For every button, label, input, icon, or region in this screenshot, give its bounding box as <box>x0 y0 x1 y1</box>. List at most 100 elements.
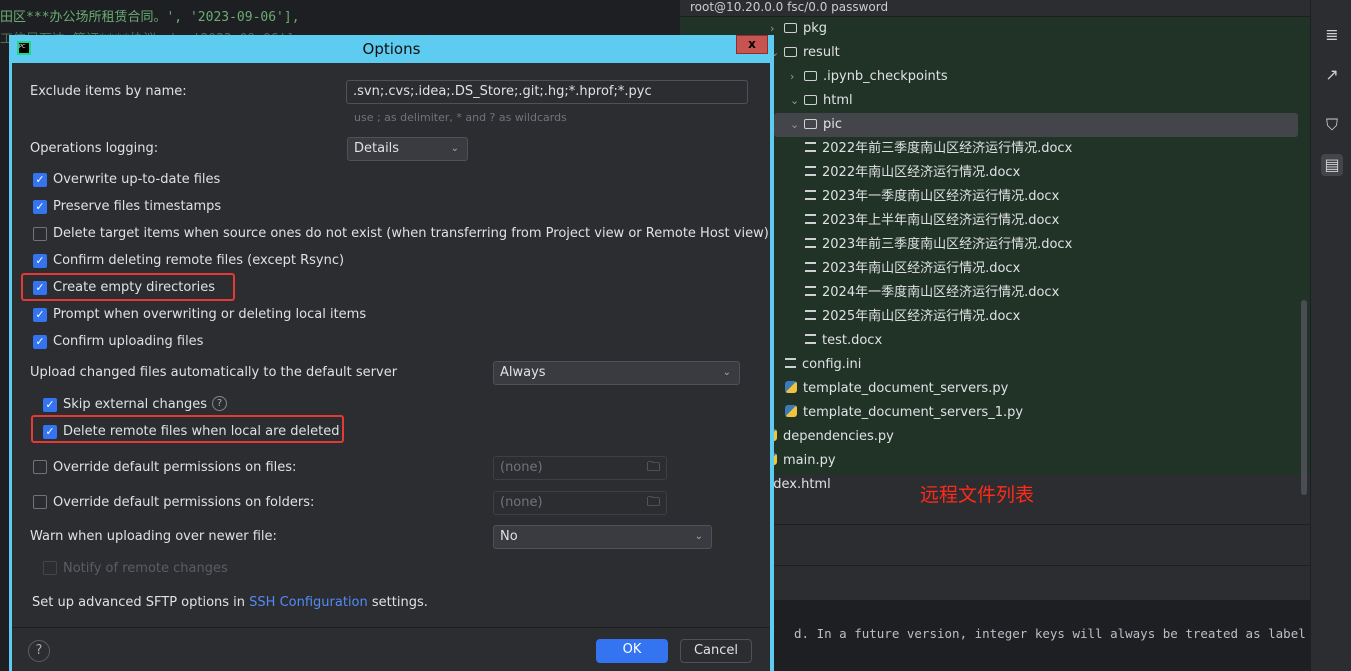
file-icon <box>805 214 816 224</box>
tree-item[interactable]: ⌄ result <box>770 41 840 65</box>
file-icon <box>805 262 816 272</box>
option-checkbox[interactable]: ✓ <box>33 281 47 295</box>
annotation-label: 远程文件列表 <box>920 484 1035 506</box>
remote-file-panel: root@10.20.0.0 fsc/0.0 password › pkg ⌄ res… <box>680 0 1310 671</box>
options-dialog: PC Options x Exclude items by name: .svn… <box>9 35 774 671</box>
tree-item[interactable]: 2022年前三季度南山区经济运行情况.docx <box>805 137 1072 161</box>
option-label: Prompt when overwriting or deleting loca… <box>53 307 367 322</box>
tree-item[interactable]: › .ipynb_checkpoints <box>790 65 948 89</box>
warn-select[interactable]: No ⌄ <box>493 525 712 549</box>
option-checkbox[interactable]: ✓ <box>33 173 47 187</box>
folder-icon <box>804 71 817 81</box>
tree-item-label: 2023年南山区经济运行情况.docx <box>822 261 1021 276</box>
tree-item[interactable]: 2024年一季度南山区经济运行情况.docx <box>805 281 1059 305</box>
shield-icon[interactable]: ⛉ <box>1321 114 1343 136</box>
tree-item[interactable]: template_document_servers_1.py <box>785 401 1023 425</box>
tree-item-label: test.docx <box>822 333 883 348</box>
tree-item-label: 2023年前三季度南山区经济运行情况.docx <box>822 237 1073 252</box>
ok-button[interactable]: OK <box>596 639 668 663</box>
perm-files-checkbox[interactable] <box>33 460 47 474</box>
tree-item[interactable]: 2023年前三季度南山区经济运行情况.docx <box>805 233 1072 257</box>
warn-label: Warn when uploading over newer file: <box>30 529 277 544</box>
tree-item[interactable]: ⌄ pic <box>774 113 1298 137</box>
skip-external-checkbox[interactable]: ✓ <box>43 398 57 412</box>
option-checkbox[interactable]: ✓ <box>33 254 47 268</box>
chevron-right-icon[interactable]: › <box>790 65 804 89</box>
database-icon[interactable]: ≣ <box>1321 24 1343 46</box>
tree-item[interactable]: 2023年上半年南山区经济运行情况.docx <box>805 209 1059 233</box>
file-icon <box>805 334 816 344</box>
notify-label: Notify of remote changes <box>63 561 228 576</box>
tree-item-label: pkg <box>803 21 828 36</box>
file-icon <box>805 286 816 296</box>
tree-item[interactable]: 2022年南山区经济运行情况.docx <box>805 161 1020 185</box>
upload-label: Upload changed files automatically to th… <box>30 365 398 380</box>
chevron-down-icon: ⌄ <box>694 531 703 542</box>
tree-item-label: 2023年上半年南山区经济运行情况.docx <box>822 213 1060 228</box>
chevron-down-icon[interactable]: ⌄ <box>790 89 804 113</box>
option-checkbox[interactable]: ✓ <box>33 308 47 322</box>
tree-item[interactable]: dependencies.py <box>765 425 894 449</box>
tree-item[interactable]: template_document_servers.py <box>785 377 1008 401</box>
logging-label: Operations logging: <box>30 141 159 156</box>
perm-files-input[interactable]: (none) 🗀 <box>493 456 667 480</box>
folder-icon[interactable]: 🗀 <box>647 457 660 479</box>
help-button[interactable]: ? <box>28 640 50 662</box>
tree-item-label: .ipynb_checkpoints <box>823 69 948 84</box>
warn-value: No <box>500 529 518 544</box>
option-label: Create empty directories <box>53 280 216 295</box>
right-toolbar: ≣ ↗ ⛉ ▤ <box>1310 0 1351 671</box>
folder-icon[interactable]: 🗀 <box>647 492 660 514</box>
dialog-titlebar[interactable]: PC Options x <box>9 35 774 62</box>
tree-item-label: config.ini <box>802 357 862 372</box>
skip-external-label: Skip external changes <box>63 397 208 412</box>
folder-icon <box>784 23 797 33</box>
ssh-configuration-link[interactable]: SSH Configuration <box>249 595 368 610</box>
option-label: Preserve files timestamps <box>53 199 222 214</box>
close-button[interactable]: x <box>736 35 768 54</box>
file-icon <box>805 238 816 248</box>
delete-remote-label: Delete remote files when local are delet… <box>63 424 340 439</box>
notify-checkbox[interactable] <box>43 561 57 575</box>
option-checkbox[interactable] <box>33 227 47 241</box>
tree-item[interactable]: main.py <box>765 449 836 473</box>
chevron-down-icon: ⌄ <box>722 367 731 378</box>
delete-remote-checkbox[interactable]: ✓ <box>43 425 57 439</box>
tree-item-label: main.py <box>783 453 836 468</box>
perm-files-label: Override default permissions on files: <box>53 460 297 475</box>
perm-files-value: (none) <box>500 460 543 475</box>
option-checkbox[interactable]: ✓ <box>33 200 47 214</box>
tree-item[interactable]: 2023年南山区经济运行情况.docx <box>805 257 1020 281</box>
tree-item[interactable]: 2025年南山区经济运行情况.docx <box>805 305 1020 329</box>
tree-item[interactable]: ⌄ html <box>790 89 853 113</box>
cancel-button[interactable]: Cancel <box>680 639 752 663</box>
perm-folders-input[interactable]: (none) 🗀 <box>493 491 667 515</box>
python-file-icon <box>785 405 797 417</box>
upload-select[interactable]: Always ⌄ <box>493 361 740 385</box>
chevron-down-icon: ⌄ <box>450 143 459 154</box>
perm-folders-checkbox[interactable] <box>33 495 47 509</box>
chart-icon[interactable]: ↗ <box>1321 64 1343 86</box>
tree-item[interactable]: ndex.html <box>765 473 831 497</box>
logging-select[interactable]: Details ⌄ <box>347 137 468 161</box>
option-checkbox[interactable]: ✓ <box>33 335 47 349</box>
tree-item-label: result <box>803 45 840 60</box>
sftp-note: Set up advanced SFTP options in SSH Conf… <box>32 595 428 610</box>
help-icon[interactable]: ? <box>212 396 227 411</box>
exclude-input[interactable]: .svn;.cvs;.idea;.DS_Store;.git;.hg;*.hpr… <box>346 80 748 104</box>
option-label: Delete target items when source ones do … <box>53 226 769 241</box>
folder-icon <box>784 47 797 57</box>
file-icon <box>805 190 816 200</box>
perm-folders-label: Override default permissions on folders: <box>53 495 315 510</box>
tree-item[interactable]: test.docx <box>805 329 882 353</box>
option-label: Overwrite up-to-date files <box>53 172 221 187</box>
scrollbar[interactable] <box>1301 300 1307 495</box>
server-icon[interactable]: ▤ <box>1321 154 1343 176</box>
tree-item-label: template_document_servers.py <box>803 381 1009 396</box>
tree-item[interactable]: › pkg <box>770 17 827 41</box>
sftp-suffix: settings. <box>371 595 428 610</box>
perm-folders-value: (none) <box>500 495 543 510</box>
tree-item[interactable]: 2023年一季度南山区经济运行情况.docx <box>805 185 1059 209</box>
tree-item[interactable]: config.ini <box>785 353 861 377</box>
chevron-down-icon[interactable]: ⌄ <box>790 113 804 137</box>
